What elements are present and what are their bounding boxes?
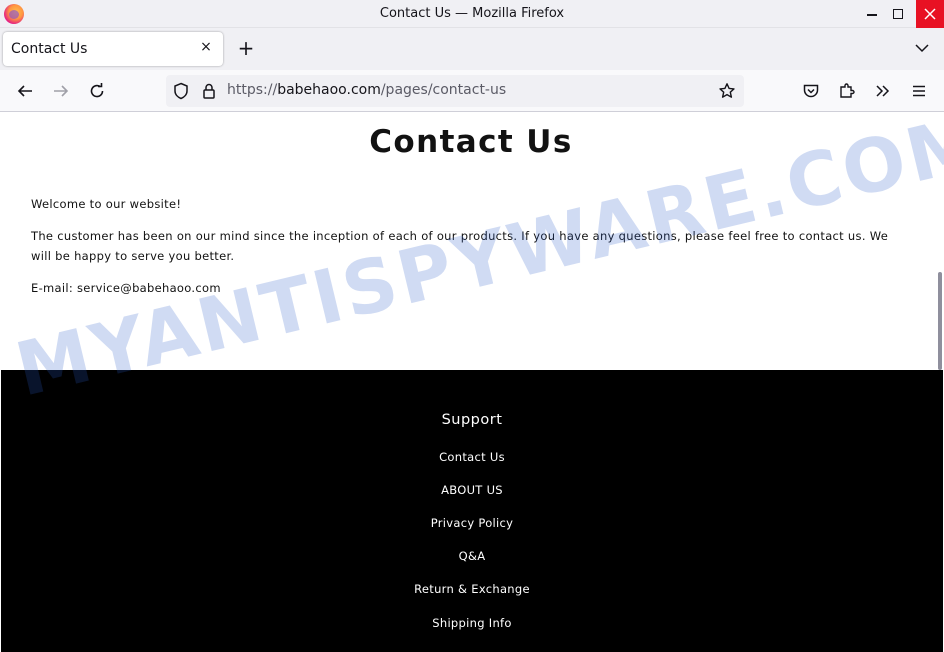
tab-contact-us[interactable]: Contact Us × (3, 32, 223, 66)
tab-strip: Contact Us × + (0, 28, 944, 70)
reload-icon (90, 83, 104, 98)
extensions-button[interactable] (835, 79, 859, 103)
contact-content: Contact Us Welcome to our website! The c… (1, 112, 941, 370)
tab-close-icon[interactable]: × (197, 38, 215, 56)
tab-label: Contact Us (11, 41, 88, 57)
minimize-button[interactable] (858, 0, 886, 28)
back-button[interactable] (13, 79, 37, 103)
email-paragraph: E-mail: service@babehaoo.com (31, 281, 221, 295)
window-titlebar: Contact Us — Mozilla Firefox (0, 0, 944, 28)
close-icon (924, 8, 936, 20)
minimize-icon (867, 14, 877, 16)
puzzle-icon (840, 83, 855, 98)
footer-link-about-us[interactable]: ABOUT US (1, 483, 943, 497)
address-bar[interactable]: https://babehaoo.com/pages/contact-us (166, 75, 744, 107)
window-title: Contact Us — Mozilla Firefox (379, 6, 565, 21)
site-footer: Support Contact Us ABOUT US Privacy Poli… (1, 370, 943, 652)
navigation-toolbar: https://babehaoo.com/pages/contact-us (0, 70, 944, 112)
url-domain: babehaoo.com (277, 82, 381, 98)
list-all-tabs-button[interactable] (912, 38, 932, 58)
footer-heading: Support (441, 412, 503, 428)
description-paragraph: The customer has been on our mind since … (31, 229, 889, 263)
new-tab-button[interactable]: + (236, 38, 256, 58)
back-arrow-icon (17, 85, 32, 97)
close-window-button[interactable] (916, 0, 944, 28)
pocket-icon (803, 84, 819, 98)
app-menu-button[interactable] (907, 79, 931, 103)
footer-link-qa[interactable]: Q&A (1, 549, 943, 563)
site-info-button[interactable] (197, 79, 221, 103)
footer-link-contact-us[interactable]: Contact Us (1, 450, 943, 464)
pocket-button[interactable] (799, 79, 823, 103)
bookmark-button[interactable] (715, 79, 739, 103)
footer-link-privacy-policy[interactable]: Privacy Policy (1, 516, 943, 530)
footer-link-return-exchange[interactable]: Return & Exchange (1, 582, 943, 596)
footer-link-shipping-info[interactable]: Shipping Info (1, 616, 943, 630)
lock-icon (203, 83, 215, 99)
web-page: Contact Us Welcome to our website! The c… (0, 112, 944, 652)
chevron-down-icon (915, 44, 929, 53)
page-title: Contact Us (369, 124, 573, 160)
hamburger-menu-icon (913, 85, 925, 97)
maximize-button[interactable] (884, 0, 912, 28)
star-icon (719, 83, 735, 98)
forward-button[interactable] (49, 79, 73, 103)
url-path: /pages/contact-us (380, 82, 507, 98)
page-scrollbar[interactable] (938, 272, 942, 370)
shield-icon (174, 82, 188, 100)
tracking-protection-button[interactable] (169, 79, 193, 103)
url-scheme: https:// (227, 82, 278, 98)
reload-button[interactable] (85, 79, 109, 103)
maximize-icon (893, 9, 903, 19)
forward-arrow-icon (54, 85, 69, 97)
url-text[interactable]: https://babehaoo.com/pages/contact-us (227, 82, 506, 98)
welcome-paragraph: Welcome to our website! (31, 197, 182, 211)
double-chevron-right-icon (876, 85, 890, 97)
more-tools-button[interactable] (871, 79, 895, 103)
